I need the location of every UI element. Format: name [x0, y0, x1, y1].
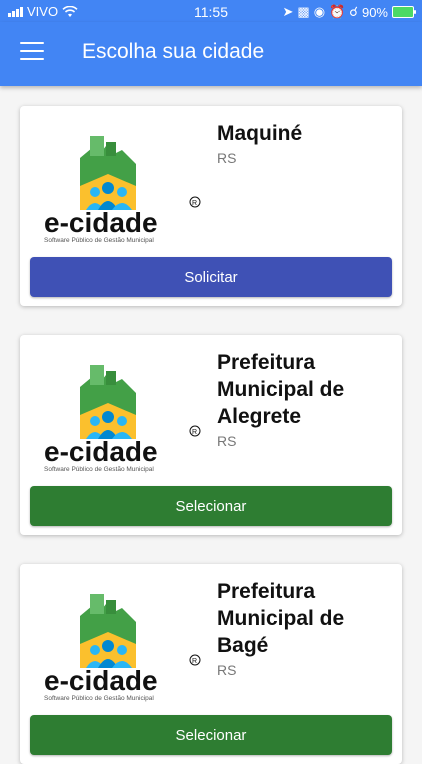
brand-text: e-cidade — [44, 665, 158, 696]
brand-text: e-cidade — [44, 436, 158, 467]
city-state: RS — [217, 433, 237, 449]
city-card: e-cidade R Software Público de Gestão Mu… — [20, 564, 402, 764]
alarm-icon: ⏰ — [329, 4, 346, 19]
brand-text: e-cidade — [44, 207, 158, 238]
e-cidade-logo: e-cidade R Software Público de Gestão Mu… — [44, 136, 201, 244]
registered-icon: R — [192, 200, 197, 207]
city-state: RS — [217, 662, 237, 678]
tagline-text: Software Público de Gestão Municipal — [44, 237, 154, 244]
e-cidade-logo: e-cidade R Software Público de Gestão Mu… — [44, 365, 201, 473]
city-name: Maquiné — [217, 122, 303, 145]
menu-icon[interactable] — [20, 42, 44, 62]
location-icon: ➤ — [282, 4, 294, 19]
status-right: ➤ ▩ ◉ ⏰ ☌ 90% — [282, 4, 416, 20]
selecionar-button[interactable]: Selecionar — [30, 486, 392, 526]
page-title: Escolha sua cidade — [82, 40, 265, 63]
selecionar-button[interactable]: Selecionar — [30, 715, 392, 755]
status-bar: VIVO 11:55 ➤ ▩ ◉ ⏰ ☌ 90% — [0, 0, 422, 22]
city-card: e-cidade R Software Público de Gestão Mu… — [20, 335, 402, 535]
app-bar: Escolha sua cidade — [0, 22, 422, 86]
headphones-icon: ☌ — [349, 4, 358, 19]
battery-icon — [392, 6, 416, 18]
city-state: RS — [217, 150, 237, 166]
tagline-text: Software Público de Gestão Municipal — [44, 695, 154, 702]
sim-icon: ▩ — [297, 4, 310, 19]
solicitar-button[interactable]: Solicitar — [30, 257, 392, 297]
city-card: e-cidade R Software Público de Gestão Mu… — [20, 106, 402, 306]
battery-percent: 90% — [361, 4, 388, 20]
city-name: Prefeitura Municipal de Bagé — [217, 580, 345, 657]
lock-rotation-icon: ◉ — [313, 4, 326, 19]
registered-icon: R — [192, 658, 197, 665]
city-name: Prefeitura Municipal de Alegrete — [217, 351, 345, 428]
registered-icon: R — [192, 429, 197, 436]
e-cidade-logo: e-cidade R Software Público de Gestão Mu… — [44, 594, 201, 702]
tagline-text: Software Público de Gestão Municipal — [44, 466, 154, 473]
